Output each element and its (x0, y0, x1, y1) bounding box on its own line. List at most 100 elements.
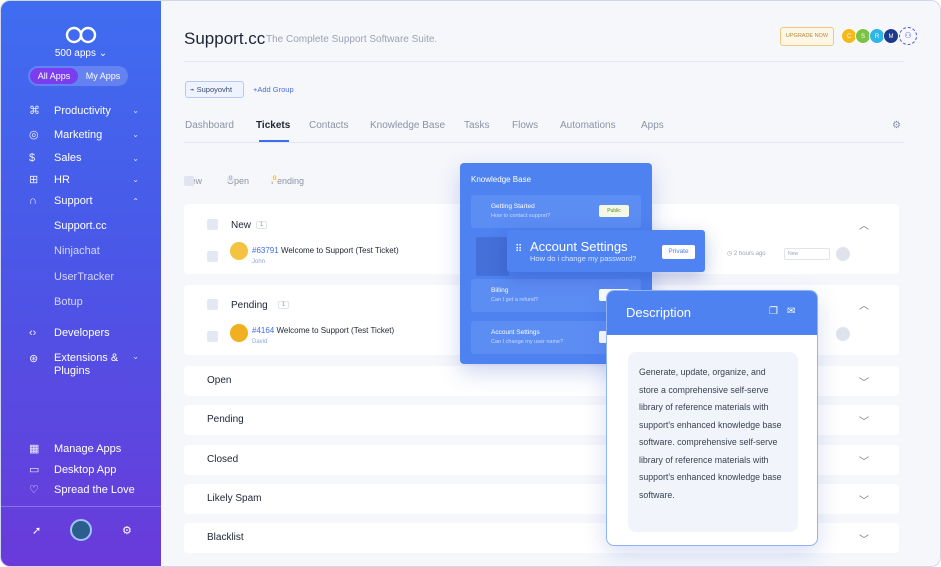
monitor-icon: ▭ (29, 464, 40, 476)
user-avatar[interactable] (70, 519, 92, 541)
hr-icon: ⊞ (29, 174, 39, 186)
dragging-kb-item[interactable]: ⠿ Account Settings How do i change my pa… (507, 230, 705, 272)
sidebar-divider (1, 506, 161, 507)
activity-icon: ⌁ (190, 85, 195, 94)
status-select[interactable]: New (784, 248, 830, 260)
tab-automations[interactable]: Automations (560, 120, 616, 131)
rocket-icon[interactable]: ➚ (32, 524, 41, 537)
clock-icon: ◷ (727, 251, 733, 257)
nav-hr[interactable]: ⊞ HR ⌄ (29, 173, 139, 187)
group-label: Pending (207, 414, 244, 425)
code-icon: ‹› (29, 327, 37, 339)
tab-flows[interactable]: Flows (512, 120, 538, 131)
chevron-down-icon: ﹀ (859, 496, 869, 507)
kb-item-sub: How do i change my password? (530, 254, 637, 263)
ticket-title[interactable]: #4164 Welcome to Support (Test Ticket) (252, 326, 394, 335)
team-avatar-m[interactable]: M (883, 28, 899, 44)
copy-icon[interactable]: ❐ (769, 306, 778, 317)
nav-sub-ninjachat[interactable]: Ninjachat (54, 245, 100, 257)
drag-handle-icon[interactable]: ⠿ (515, 244, 522, 255)
add-user-icon[interactable]: ⚇ (899, 27, 917, 45)
add-group-link[interactable]: +Add Group (253, 85, 294, 94)
group-chip[interactable]: ⌁ Supoyovht (185, 81, 244, 98)
nav-sales[interactable]: $ Sales ⌄ (29, 152, 139, 164)
nav-label: Spread the Love (54, 483, 135, 496)
logo-icon (65, 26, 97, 44)
chevron-down-icon: ⌄ (132, 352, 139, 361)
apps-count-dropdown[interactable]: 500 apps ⌄ (1, 48, 161, 59)
ticket-time-text: 2 hours ago (733, 251, 766, 257)
nav-manage-apps[interactable]: ▦ Manage Apps (29, 442, 139, 456)
group-label: Closed (207, 454, 239, 465)
chevron-up-icon[interactable]: ︿ (859, 217, 869, 232)
ticket-id: #63791 (252, 246, 279, 255)
settings-gear-icon[interactable]: ⚙ (122, 524, 132, 537)
ticket-checkbox[interactable] (207, 251, 218, 262)
ticket-user-avatar (230, 242, 248, 260)
nav-desktop-app[interactable]: ▭ Desktop App (29, 463, 139, 477)
group-checkbox[interactable] (207, 299, 218, 310)
chevron-down-icon: ⌄ (132, 153, 139, 163)
nav-label: Extensions & Plugins (54, 352, 119, 377)
ticket-user: John (252, 259, 266, 265)
heart-icon: ♡ (29, 484, 39, 496)
kb-item-sub: Can I get a refund? (491, 297, 539, 303)
status-value: New (788, 251, 799, 257)
sidebar: 500 apps ⌄ All Apps My Apps ⌘ Productivit… (1, 1, 161, 566)
chevron-down-icon: ﹀ (859, 535, 869, 546)
kb-item-getting-started[interactable]: Getting Started How to contact support? … (471, 195, 641, 228)
nav-developers[interactable]: ‹› Developers (29, 327, 139, 339)
kb-title: Knowledge Base (471, 175, 532, 184)
ticket-id: #4164 (252, 326, 275, 335)
nav-sub-supportcc[interactable]: Support.cc (54, 220, 107, 232)
tab-knowledge-base[interactable]: Knowledge Base (370, 120, 445, 131)
nav-label: HR (54, 173, 70, 186)
private-badge[interactable]: Private (662, 245, 695, 259)
nav-label: Developers (54, 327, 110, 339)
mail-icon[interactable]: ✉ (787, 306, 795, 317)
kb-item-title: Getting Started (491, 203, 535, 210)
ticket-user-avatar (230, 324, 248, 342)
group-label: Blacklist (207, 532, 244, 543)
chevron-down-icon: ⌄ (132, 175, 139, 184)
tab-dashboard[interactable]: Dashboard (185, 120, 234, 131)
kb-item-sub: How to contact support? (491, 213, 551, 219)
nav-extensions[interactable]: ⊛ Extensions & Plugins ⌄ (29, 352, 139, 378)
group-checkbox[interactable] (207, 219, 218, 230)
ticket-user: David (252, 339, 268, 345)
tab-tickets[interactable]: Tickets (256, 120, 290, 131)
public-badge[interactable]: Public (599, 205, 629, 217)
header-divider (184, 61, 904, 62)
agent-avatar[interactable] (836, 247, 850, 261)
tab-contacts[interactable]: Contacts (309, 120, 348, 131)
settings-gear-icon[interactable]: ⚙ (892, 120, 901, 131)
app-window: 500 apps ⌄ All Apps My Apps ⌘ Productivit… (0, 0, 941, 567)
grid-icon: ▦ (29, 443, 40, 455)
nav-productivity[interactable]: ⌘ Productivity ⌄ (29, 104, 139, 118)
upgrade-button[interactable]: UPGRADE NOW (780, 27, 834, 46)
chevron-up-icon[interactable]: ︿ (859, 297, 869, 312)
nav-sub-botup[interactable]: Botup (54, 296, 83, 308)
chevron-down-icon: ﹀ (859, 417, 869, 428)
group-count: 1 (256, 221, 268, 229)
tab-tasks[interactable]: Tasks (464, 120, 490, 131)
ticket-title[interactable]: #63791 Welcome to Support (Test Ticket) (252, 246, 399, 255)
ticket-time: ◷ 2 hours ago (727, 250, 766, 257)
command-icon: ⌘ (29, 105, 40, 117)
ticket-title-text: Welcome to Support (Test Ticket) (280, 246, 399, 255)
filter-checkbox (184, 176, 194, 186)
my-apps-toggle[interactable]: My Apps (80, 68, 126, 84)
nav-marketing[interactable]: ◎ Marketing ⌄ (29, 128, 139, 142)
kb-item-title: Account Settings (491, 329, 540, 336)
nav-sub-usertracker[interactable]: UserTracker (54, 271, 114, 283)
nav-label: Sales (54, 152, 82, 164)
kb-item-title: Account Settings (530, 239, 628, 254)
ticket-checkbox[interactable] (207, 331, 218, 342)
chevron-down-icon: ﹀ (859, 457, 869, 468)
nav-label: Support (54, 195, 93, 207)
tab-apps[interactable]: Apps (641, 120, 664, 131)
all-apps-toggle[interactable]: All Apps (30, 68, 78, 84)
agent-avatar[interactable] (836, 327, 850, 341)
nav-spread-love[interactable]: ♡ Spread the Love (29, 483, 139, 497)
nav-support[interactable]: ∩ Support ⌃ (29, 195, 139, 207)
